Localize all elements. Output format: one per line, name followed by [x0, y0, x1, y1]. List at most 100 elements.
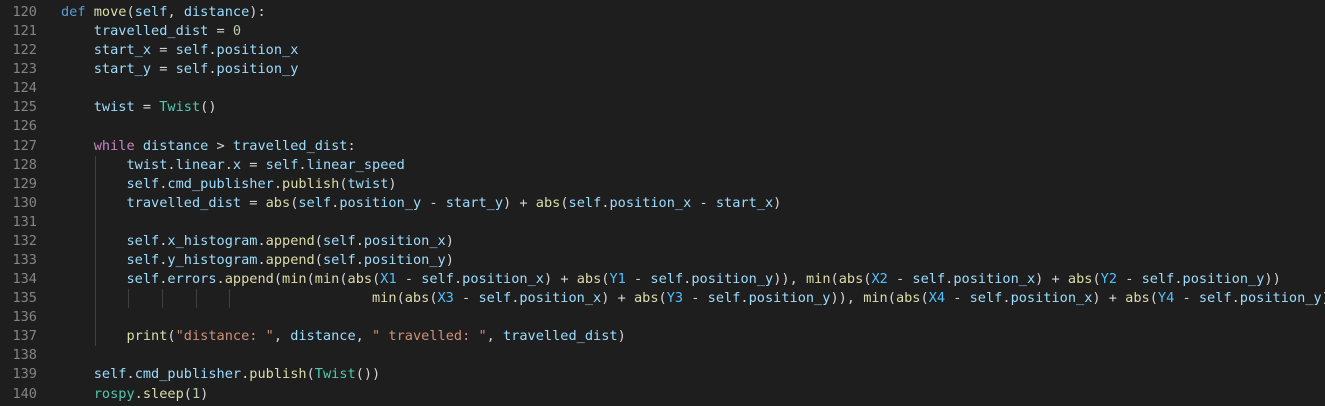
line-number: 134 — [12, 271, 37, 288]
indent-guide — [94, 174, 96, 194]
code-token: self — [126, 252, 160, 269]
code-token: Y4 — [1157, 290, 1175, 307]
code-token: ) — [388, 175, 397, 192]
code-token: append — [265, 232, 315, 249]
line-number: 129 — [12, 175, 37, 192]
line-number: 133 — [12, 252, 37, 269]
code-token: > — [208, 137, 233, 154]
line-number: 125 — [12, 99, 37, 116]
code-token: position_y — [691, 271, 774, 288]
line-number: 138 — [12, 347, 37, 364]
code-token: ) — [445, 252, 454, 269]
line-number: 126 — [12, 118, 37, 135]
code-token: "distance: " — [175, 328, 274, 345]
code-line[interactable]: twist = Twist() — [61, 98, 1325, 117]
code-line[interactable]: travelled_dist = 0 — [61, 22, 1325, 41]
code-token: = — [151, 42, 176, 59]
line-number: 131 — [12, 213, 37, 230]
code-token: = — [151, 61, 176, 78]
code-line[interactable]: twist.linear.x = self.linear_speed — [61, 155, 1325, 175]
code-token: . — [1002, 290, 1011, 307]
code-token: publish — [282, 175, 340, 192]
code-token: abs — [576, 271, 602, 288]
code-line[interactable]: self.x_histogram.append(self.position_x) — [61, 231, 1325, 252]
code-line[interactable] — [61, 212, 1325, 232]
code-token: - — [421, 194, 446, 211]
code-line[interactable]: min(abs(X3 - self.position_x) + abs(Y3 -… — [61, 289, 1325, 309]
code-token: ( — [1149, 290, 1158, 307]
code-line[interactable]: self.cmd_publisher.publish(twist) — [61, 174, 1325, 194]
code-token: = — [208, 23, 233, 40]
code-token: )) — [1264, 271, 1281, 288]
code-token: ( — [887, 290, 896, 307]
code-token: self — [650, 271, 684, 288]
code-token: self — [1141, 271, 1175, 288]
code-token: cmd_publisher — [167, 175, 274, 192]
code-token: . — [208, 42, 217, 59]
code-token: min — [282, 271, 307, 288]
code-token: abs — [265, 194, 291, 211]
code-token: append — [265, 252, 315, 269]
code-token: - — [396, 271, 422, 288]
code-line[interactable]: self.y_histogram.append(self.position_y) — [61, 251, 1325, 271]
code-token: linear_speed — [306, 156, 405, 173]
code-token: , — [273, 328, 291, 345]
code-token: - — [1174, 290, 1199, 307]
code-token: ) — [200, 385, 209, 402]
code-token: min — [863, 290, 888, 307]
code-token: twist — [126, 156, 168, 173]
code-line[interactable]: self.errors.append(min(min(abs(X1 - self… — [61, 270, 1325, 290]
code-token: X3 — [437, 290, 454, 307]
code-token: twist — [347, 175, 389, 192]
code-line[interactable]: start_y = self.position_y — [61, 60, 1325, 79]
code-line[interactable] — [61, 117, 1325, 136]
code-token: ( — [339, 175, 348, 192]
code-token: - — [945, 290, 970, 307]
code-token: Y2 — [1100, 271, 1118, 288]
code-area[interactable]: def move(self, distance): travelled_dist… — [61, 3, 1325, 404]
indent-guide — [128, 289, 130, 309]
code-token: self — [126, 271, 160, 288]
code-editor[interactable]: 120 121 122 123 124 125 126 127 128 129 130 131 132 1… — [0, 0, 1325, 406]
code-line[interactable]: travelled_dist = abs(self.position_y - s… — [61, 193, 1325, 213]
code-line[interactable] — [61, 308, 1325, 328]
code-token: , — [486, 328, 503, 345]
code-token: Twist — [314, 366, 356, 383]
line-number-gutter: 120 121 122 123 124 125 126 127 128 129 130 131 132 1… — [0, 3, 52, 404]
code-line[interactable] — [61, 79, 1325, 98]
code-token: X4 — [928, 290, 946, 307]
code-token: x — [232, 156, 242, 173]
indent-guide — [94, 327, 96, 347]
code-line[interactable]: def move(self, distance): — [61, 3, 1325, 22]
code-token: self — [322, 232, 356, 249]
code-token: distance — [290, 328, 356, 345]
indent-guide — [162, 289, 164, 309]
code-line[interactable]: print("distance: ", distance, " travelle… — [61, 327, 1325, 347]
line-number: 121 — [12, 23, 37, 40]
code-token: append — [224, 271, 274, 288]
code-token: move — [93, 4, 127, 20]
code-token: self — [175, 61, 209, 78]
code-token: - — [887, 271, 913, 288]
code-line[interactable] — [61, 346, 1325, 365]
code-token: abs — [838, 271, 864, 288]
code-token: . — [1231, 290, 1240, 307]
code-token: errors — [167, 271, 217, 288]
code-token: y_histogram — [167, 252, 258, 269]
code-line[interactable]: rospy.sleep(1) — [61, 385, 1325, 404]
code-line[interactable]: self.cmd_publisher.publish(Twist()) — [61, 365, 1325, 384]
code-line[interactable]: start_x = self.position_x — [61, 41, 1325, 60]
code-token: . — [224, 156, 233, 173]
code-token: 0 — [232, 23, 242, 40]
code-token: " travelled: " — [372, 328, 487, 345]
code-token: ( — [920, 290, 929, 307]
code-token: travelled_dist — [126, 194, 242, 211]
indent-guide — [195, 289, 197, 309]
code-line[interactable]: while distance > travelled_dist: — [61, 137, 1325, 156]
code-token: . — [1174, 271, 1183, 288]
code-token: position_y — [1239, 290, 1322, 307]
code-token: , — [355, 328, 373, 345]
